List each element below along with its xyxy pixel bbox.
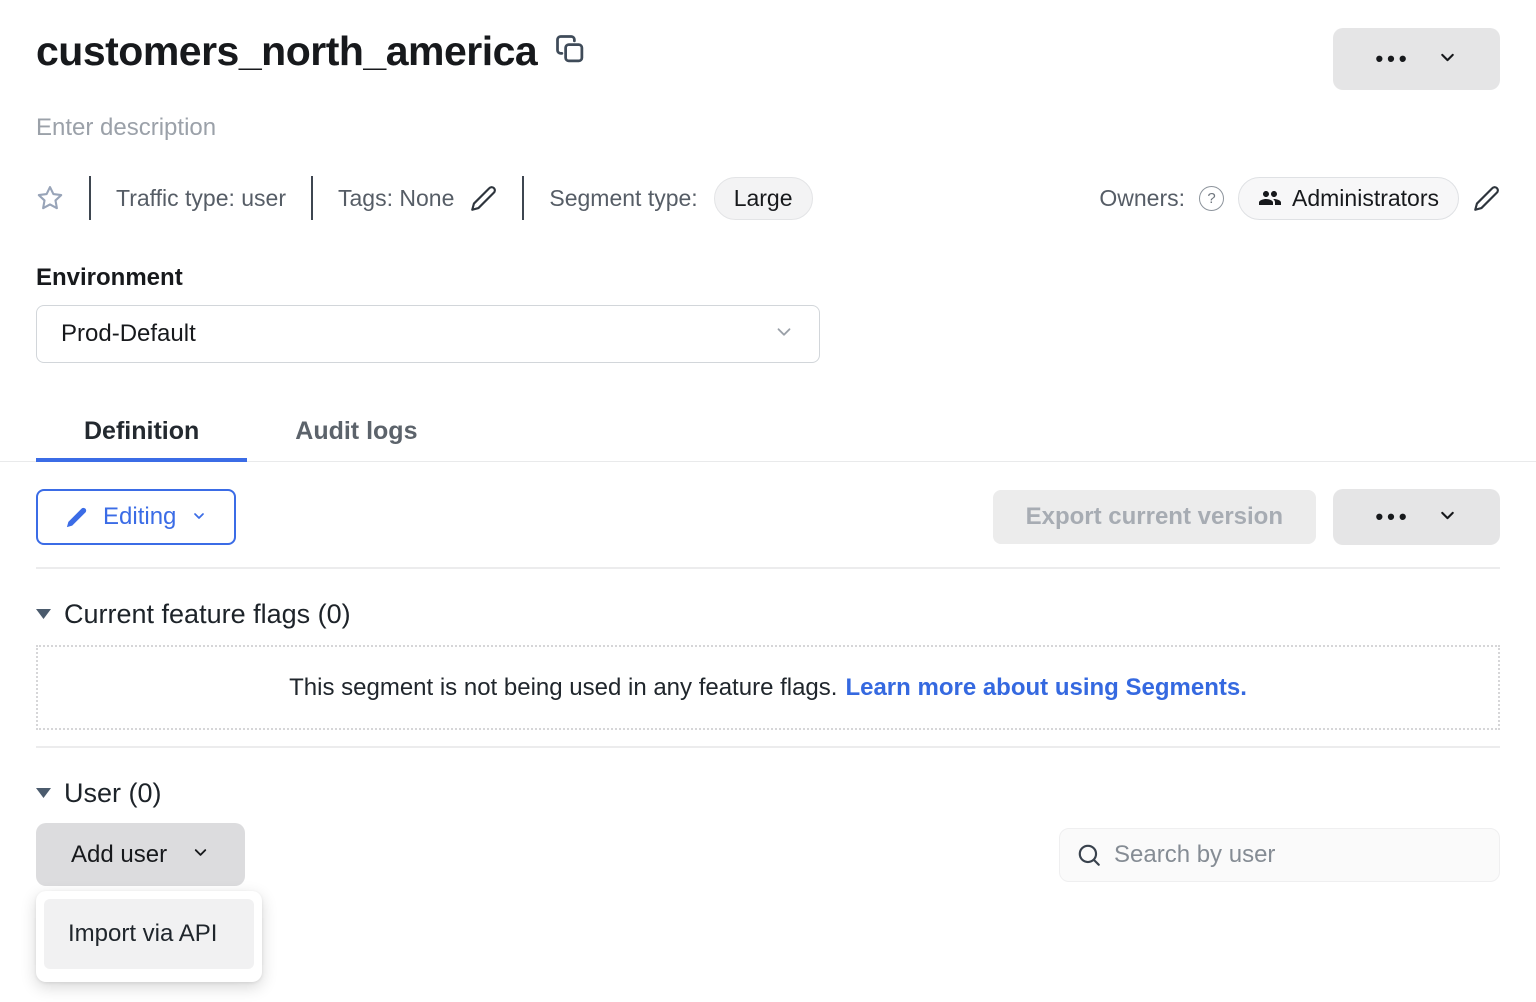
search-by-user-input[interactable]	[1114, 841, 1483, 869]
tab-bar: Definition Audit logs	[0, 401, 1536, 462]
help-question-icon[interactable]: ?	[1199, 186, 1224, 211]
chevron-down-icon	[191, 841, 210, 869]
segment-detail-page: customers_north_america ••• Enter descri…	[0, 0, 1536, 886]
header-more-button[interactable]: •••	[1333, 28, 1500, 90]
definition-toolbar: Editing Export current version •••	[36, 489, 1500, 545]
tags-label: Tags: None	[338, 185, 454, 212]
search-icon	[1076, 842, 1102, 868]
toolbar-more-button[interactable]: •••	[1333, 489, 1500, 545]
menu-item-import-via-api[interactable]: Import via API	[44, 899, 254, 969]
learn-more-link[interactable]: Learn more about using Segments.	[845, 674, 1246, 702]
add-user-dropdown-menu: Import via API	[36, 891, 262, 982]
export-current-version-button[interactable]: Export current version	[993, 490, 1316, 544]
user-search-box[interactable]	[1059, 828, 1500, 882]
meta-row: Traffic type: user Tags: None Segment ty…	[36, 175, 1500, 221]
tab-label: Audit logs	[295, 417, 417, 446]
divider	[36, 746, 1500, 748]
user-section-controls: Add user Import via API	[36, 823, 1500, 886]
edit-tags-icon[interactable]	[470, 185, 497, 212]
chevron-down-icon	[773, 321, 795, 348]
user-section-title: User (0)	[64, 778, 162, 809]
ellipsis-icon: •••	[1375, 48, 1410, 70]
chevron-down-icon	[191, 503, 207, 531]
traffic-type-label: Traffic type: user	[116, 185, 286, 212]
editing-status-button[interactable]: Editing	[36, 489, 236, 545]
divider	[522, 176, 524, 220]
divider	[36, 567, 1500, 569]
feature-flags-section-header[interactable]: Current feature flags (0)	[36, 599, 1500, 630]
edit-owners-icon[interactable]	[1473, 185, 1500, 212]
description-placeholder[interactable]: Enter description	[36, 114, 1500, 142]
divider	[89, 176, 91, 220]
segment-type-label: Segment type:	[549, 185, 697, 212]
section-caret-icon	[36, 609, 51, 620]
active-tab-underline	[36, 458, 247, 462]
user-section-header[interactable]: User (0)	[36, 778, 1500, 809]
pencil-icon	[65, 506, 88, 529]
feature-flags-section-title: Current feature flags (0)	[64, 599, 351, 630]
tab-audit-logs[interactable]: Audit logs	[247, 401, 465, 461]
environment-selected-value: Prod-Default	[61, 320, 196, 348]
chevron-down-icon	[1437, 47, 1458, 71]
chevron-down-icon	[1437, 505, 1458, 529]
segment-type-badge: Large	[714, 177, 813, 220]
add-user-button[interactable]: Add user	[36, 823, 245, 886]
feature-flags-empty-state: This segment is not being used in any fe…	[36, 645, 1500, 730]
owners-label: Owners:	[1099, 185, 1185, 212]
owners-badge[interactable]: Administrators	[1238, 177, 1459, 220]
people-group-icon	[1258, 186, 1282, 210]
add-user-label: Add user	[71, 841, 167, 869]
ellipsis-icon: •••	[1375, 506, 1410, 528]
environment-select[interactable]: Prod-Default	[36, 305, 820, 363]
star-icon[interactable]	[36, 184, 64, 212]
environment-label: Environment	[36, 264, 1500, 292]
divider	[311, 176, 313, 220]
copy-icon[interactable]	[555, 34, 585, 69]
editing-label: Editing	[103, 503, 176, 531]
owners-value: Administrators	[1292, 185, 1439, 212]
section-caret-icon	[36, 788, 51, 799]
empty-state-text: This segment is not being used in any fe…	[289, 674, 837, 702]
page-title: customers_north_america	[36, 28, 537, 75]
tab-definition[interactable]: Definition	[36, 401, 247, 461]
header: customers_north_america •••	[36, 28, 1500, 90]
tab-label: Definition	[84, 417, 199, 446]
